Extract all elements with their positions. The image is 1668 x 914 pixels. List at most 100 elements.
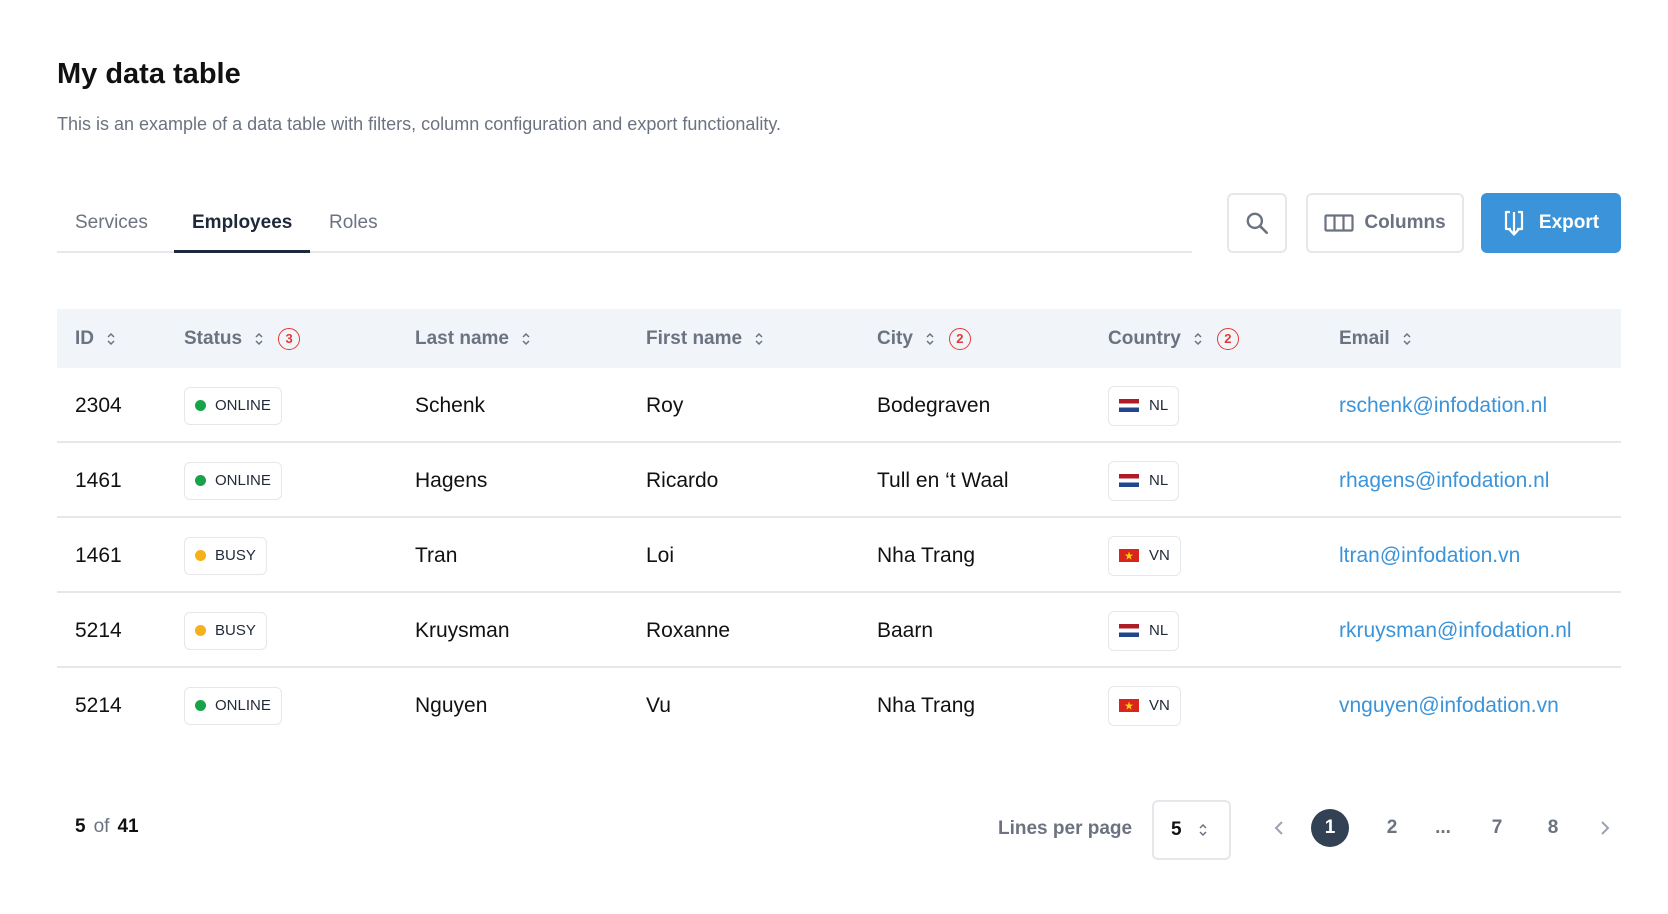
sort-icon[interactable] xyxy=(925,331,935,347)
flag-icon xyxy=(1119,399,1139,412)
email-link[interactable]: ltran@infodation.vn xyxy=(1339,544,1520,568)
cell-last-name: Nguyen xyxy=(415,693,488,717)
chevron-right-icon xyxy=(1601,821,1610,835)
columns-button[interactable]: Columns xyxy=(1306,193,1464,253)
lines-per-page-label: Lines per page xyxy=(998,818,1133,839)
chevron-up-down-icon xyxy=(1199,823,1207,837)
country-badge: VN xyxy=(1108,685,1181,726)
status-dot xyxy=(195,625,206,636)
cell-city: Nha Trang xyxy=(877,693,976,717)
email-link[interactable]: rschenk@infodation.nl xyxy=(1339,394,1547,418)
next-page-button[interactable] xyxy=(1590,808,1620,848)
status-badge: ONLINE xyxy=(184,386,282,425)
email-link[interactable]: rhagens@infodation.nl xyxy=(1339,469,1549,493)
page-button-8[interactable]: 8 xyxy=(1538,808,1568,848)
email-link[interactable]: vnguyen@infodation.vn xyxy=(1339,694,1559,718)
column-header-label: ID xyxy=(75,327,94,349)
column-header-id[interactable]: ID xyxy=(75,309,116,368)
cell-last-name: Hagens xyxy=(415,468,488,492)
filter-count-badge: 2 xyxy=(948,327,971,350)
tab-roles[interactable]: Roles xyxy=(311,196,396,253)
country-badge: NL xyxy=(1108,610,1180,651)
sort-icon[interactable] xyxy=(1193,331,1203,347)
search-icon xyxy=(1246,212,1269,235)
status-dot xyxy=(195,550,206,561)
tab-services[interactable]: Services xyxy=(57,196,166,253)
table-header: ID Status 3 Last name First name City 2 … xyxy=(57,309,1621,368)
cell-email: ltran@infodation.vn xyxy=(1339,518,1520,593)
cell-city: Baarn xyxy=(877,618,934,642)
sort-icon[interactable] xyxy=(1402,331,1412,347)
previous-page-button[interactable] xyxy=(1264,808,1294,848)
table-row[interactable]: 5214 ONLINE Nguyen Vu Nha Trang VN vnguy… xyxy=(57,668,1621,743)
cell-last-name: Schenk xyxy=(415,393,486,417)
table-row[interactable]: 5214 BUSY Kruysman Roxanne Baarn NL rkru… xyxy=(57,593,1621,668)
page-ellipsis: ... xyxy=(1435,817,1451,838)
status-label: BUSY xyxy=(215,547,256,564)
status-badge: ONLINE xyxy=(184,686,282,725)
export-button[interactable]: Export xyxy=(1481,193,1621,253)
column-header-status[interactable]: Status 3 xyxy=(184,309,301,368)
cell-id: 5214 xyxy=(75,693,122,717)
country-code: VN xyxy=(1149,697,1170,714)
cell-last-name: Kruysman xyxy=(415,618,510,642)
cell-status: ONLINE xyxy=(184,368,282,443)
cell-email: rkruysman@infodation.nl xyxy=(1339,593,1572,668)
table-row[interactable]: 1461 ONLINE Hagens Ricardo Tull en ‘t Wa… xyxy=(57,443,1621,518)
status-badge: ONLINE xyxy=(184,461,282,500)
cell-city: Nha Trang xyxy=(877,543,976,567)
page-button-2[interactable]: 2 xyxy=(1377,808,1407,848)
status-badge: BUSY xyxy=(184,611,267,650)
table-row[interactable]: 1461 BUSY Tran Loi Nha Trang VN ltran@in… xyxy=(57,518,1621,593)
sort-icon[interactable] xyxy=(106,331,116,347)
column-header-country[interactable]: Country 2 xyxy=(1108,309,1239,368)
sort-icon[interactable] xyxy=(254,331,264,347)
country-code: VN xyxy=(1149,547,1170,564)
cell-first-name: Loi xyxy=(646,543,675,567)
sort-icon[interactable] xyxy=(754,331,764,347)
cell-first-name: Vu xyxy=(646,693,671,717)
column-header-label: Country xyxy=(1108,327,1181,349)
sort-icon[interactable] xyxy=(521,331,531,347)
status-dot xyxy=(195,400,206,411)
cell-id: 2304 xyxy=(75,393,122,417)
status-label: ONLINE xyxy=(215,697,271,714)
cell-status: ONLINE xyxy=(184,668,282,743)
cell-status: BUSY xyxy=(184,593,267,668)
page-subtitle: This is an example of a data table with … xyxy=(57,114,782,134)
country-code: NL xyxy=(1149,472,1169,489)
column-header-first-name[interactable]: First name xyxy=(646,309,764,368)
status-label: BUSY xyxy=(215,622,256,639)
columns-icon xyxy=(1324,214,1354,232)
country-badge: NL xyxy=(1108,460,1180,501)
flag-icon xyxy=(1119,699,1139,712)
status-label: ONLINE xyxy=(215,472,271,489)
column-header-last-name[interactable]: Last name xyxy=(415,309,531,368)
column-header-email[interactable]: Email xyxy=(1339,309,1412,368)
cell-country: NL xyxy=(1108,443,1180,518)
column-header-label: Email xyxy=(1339,327,1390,349)
column-header-label: City xyxy=(877,327,913,349)
column-header-city[interactable]: City 2 xyxy=(877,309,971,368)
status-badge: BUSY xyxy=(184,536,267,575)
table-row[interactable]: 2304 ONLINE Schenk Roy Bodegraven NL rsc… xyxy=(57,368,1621,443)
page-button-7[interactable]: 7 xyxy=(1482,808,1512,848)
country-code: NL xyxy=(1149,622,1169,639)
cell-id: 5214 xyxy=(75,618,122,642)
lines-per-page-select[interactable]: 5 xyxy=(1152,800,1231,860)
lines-per-page-value: 5 xyxy=(1171,819,1182,840)
column-header-label: Last name xyxy=(415,327,509,349)
cell-first-name: Roy xyxy=(646,393,684,417)
email-link[interactable]: rkruysman@infodation.nl xyxy=(1339,619,1572,643)
cell-first-name: Roxanne xyxy=(646,618,731,642)
cell-email: vnguyen@infodation.vn xyxy=(1339,668,1559,743)
status-label: ONLINE xyxy=(215,397,271,414)
column-header-label: First name xyxy=(646,327,743,349)
cell-last-name: Tran xyxy=(415,543,458,567)
record-count: 5 of 41 xyxy=(75,816,139,838)
chevron-left-icon xyxy=(1274,821,1283,835)
tab-employees[interactable]: Employees xyxy=(174,196,311,253)
page-button-1[interactable]: 1 xyxy=(1311,809,1349,847)
search-button[interactable] xyxy=(1227,193,1287,253)
flag-icon xyxy=(1119,474,1139,487)
